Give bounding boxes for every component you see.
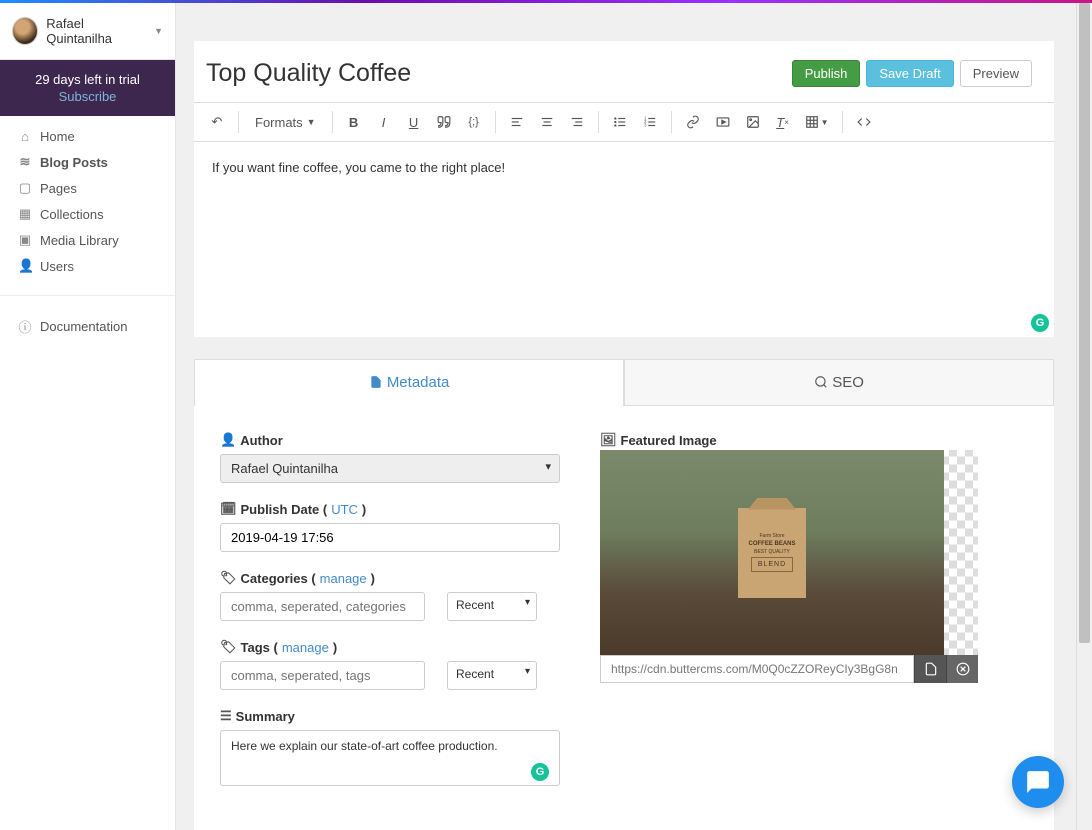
tab-seo[interactable]: SEO bbox=[624, 359, 1054, 406]
align-right-icon[interactable] bbox=[564, 109, 590, 135]
featured-image[interactable]: Farm Store COFFEE BEANS BEST QUALITY BLE… bbox=[600, 450, 978, 655]
categories-recent-select[interactable]: Recent bbox=[447, 592, 537, 621]
code-block-icon[interactable]: {;} bbox=[461, 109, 487, 135]
tags-field: 🏷Tags (manage) Recent bbox=[220, 639, 560, 690]
nav-collections[interactable]: ▦Collections bbox=[0, 201, 175, 227]
undo-icon[interactable]: ↶ bbox=[204, 109, 230, 135]
video-icon[interactable] bbox=[710, 109, 736, 135]
action-buttons: Publish Save Draft Preview bbox=[792, 60, 1032, 87]
nav-separator bbox=[0, 295, 175, 296]
metadata-right-column: 🖼Featured Image Farm Store COFFEE BEANS … bbox=[600, 432, 1028, 804]
trial-banner: 29 days left in trial Subscribe bbox=[0, 60, 175, 116]
tab-metadata[interactable]: Metadata bbox=[194, 359, 624, 406]
tag-icon: 🏷 bbox=[220, 570, 237, 586]
editor-content: If you want fine coffee, you came to the… bbox=[212, 160, 505, 175]
image-insert-icon[interactable] bbox=[740, 109, 766, 135]
grammarly-icon[interactable]: G bbox=[531, 763, 549, 781]
source-code-icon[interactable] bbox=[851, 109, 877, 135]
publish-button[interactable]: Publish bbox=[792, 60, 861, 87]
featured-image-url[interactable] bbox=[600, 655, 914, 683]
tags-input[interactable] bbox=[220, 661, 425, 690]
formats-dropdown[interactable]: Formats▼ bbox=[247, 115, 324, 130]
sidebar: Rafael Quintanilha ▼ 29 days left in tri… bbox=[0, 3, 176, 830]
summary-field: ☰Summary Here we explain our state-of-ar… bbox=[220, 708, 560, 786]
user-icon: 👤 bbox=[220, 432, 236, 448]
utc-link[interactable]: UTC bbox=[331, 502, 358, 517]
publish-date-input[interactable] bbox=[220, 523, 560, 552]
coffee-bag-photo: Farm Store COFFEE BEANS BEST QUALITY BLE… bbox=[600, 450, 944, 655]
metadata-left-column: 👤Author Rafael Quintanilha 🗓Publish Date… bbox=[220, 432, 560, 804]
caret-down-icon: ▼ bbox=[154, 26, 163, 36]
chat-widget-button[interactable] bbox=[1012, 756, 1064, 808]
link-icon[interactable] bbox=[680, 109, 706, 135]
rss-icon: ≋ bbox=[18, 154, 32, 170]
page-title: Top Quality Coffee bbox=[206, 59, 411, 88]
user-icon: 👤 bbox=[18, 258, 32, 274]
panel-header: Top Quality Coffee Publish Save Draft Pr… bbox=[194, 41, 1054, 102]
content-editor[interactable]: If you want fine coffee, you came to the… bbox=[194, 142, 1054, 337]
trial-text: 29 days left in trial bbox=[35, 72, 140, 87]
nav-menu: ⌂Home ≋Blog Posts ▢Pages ▦Collections ▣M… bbox=[0, 116, 175, 287]
author-select[interactable]: Rafael Quintanilha bbox=[220, 454, 560, 483]
summary-textarea[interactable]: Here we explain our state-of-art coffee … bbox=[220, 730, 560, 786]
user-menu[interactable]: Rafael Quintanilha ▼ bbox=[0, 3, 175, 60]
main-content: Top Quality Coffee Publish Save Draft Pr… bbox=[176, 3, 1092, 830]
calendar-icon: 🗓 bbox=[220, 501, 237, 517]
save-draft-button[interactable]: Save Draft bbox=[866, 60, 953, 87]
preview-button[interactable]: Preview bbox=[960, 60, 1032, 87]
clear-format-icon[interactable]: T× bbox=[770, 109, 796, 135]
align-left-icon[interactable] bbox=[504, 109, 530, 135]
categories-input[interactable] bbox=[220, 592, 425, 621]
upload-image-button[interactable] bbox=[914, 655, 946, 683]
page-icon: ▢ bbox=[18, 180, 32, 196]
nav-blog-posts[interactable]: ≋Blog Posts bbox=[0, 149, 175, 175]
list-icon: ☰ bbox=[220, 708, 232, 724]
publish-date-field: 🗓Publish Date (UTC) bbox=[220, 501, 560, 552]
editor-toolbar: ↶ Formats▼ B I U {;} 123 T× bbox=[194, 102, 1054, 142]
image-icon: ▣ bbox=[18, 232, 32, 248]
user-name: Rafael Quintanilha bbox=[46, 16, 146, 46]
nav-home[interactable]: ⌂Home bbox=[0, 124, 175, 149]
featured-image-wrap: Farm Store COFFEE BEANS BEST QUALITY BLE… bbox=[600, 450, 978, 683]
tab-content: 👤Author Rafael Quintanilha 🗓Publish Date… bbox=[194, 406, 1054, 830]
editor-panel: Top Quality Coffee Publish Save Draft Pr… bbox=[194, 41, 1054, 337]
nav-menu-secondary: ⓘDocumentation bbox=[0, 304, 175, 349]
scrollbar-thumb[interactable] bbox=[1079, 3, 1090, 643]
remove-image-button[interactable] bbox=[946, 655, 978, 683]
info-icon: ⓘ bbox=[18, 317, 32, 336]
home-icon: ⌂ bbox=[18, 129, 32, 144]
avatar bbox=[12, 17, 38, 45]
author-field: 👤Author Rafael Quintanilha bbox=[220, 432, 560, 483]
nav-docs[interactable]: ⓘDocumentation bbox=[0, 312, 175, 341]
svg-text:3: 3 bbox=[644, 123, 647, 128]
tags-manage-link[interactable]: manage bbox=[282, 640, 329, 655]
underline-icon[interactable]: U bbox=[401, 109, 427, 135]
tags-recent-select[interactable]: Recent bbox=[447, 661, 537, 690]
table-icon[interactable]: ▼ bbox=[800, 109, 834, 135]
featured-image-url-row bbox=[600, 655, 978, 683]
bullet-list-icon[interactable] bbox=[607, 109, 633, 135]
quote-icon[interactable] bbox=[431, 109, 457, 135]
categories-manage-link[interactable]: manage bbox=[320, 571, 367, 586]
categories-field: 🏷Categories (manage) Recent bbox=[220, 570, 560, 621]
nav-media[interactable]: ▣Media Library bbox=[0, 227, 175, 253]
italic-icon[interactable]: I bbox=[371, 109, 397, 135]
chevron-down-icon: ▼ bbox=[307, 117, 316, 127]
tabs: Metadata SEO bbox=[194, 359, 1054, 406]
nav-users[interactable]: 👤Users bbox=[0, 253, 175, 279]
grid-icon: ▦ bbox=[18, 206, 32, 222]
scrollbar[interactable] bbox=[1076, 3, 1092, 830]
metadata-panel: Metadata SEO 👤Author Rafael Quintanilha … bbox=[194, 359, 1054, 830]
subscribe-link[interactable]: Subscribe bbox=[12, 89, 163, 104]
numbered-list-icon[interactable]: 123 bbox=[637, 109, 663, 135]
image-icon: 🖼 bbox=[600, 432, 617, 448]
tags-icon: 🏷 bbox=[220, 639, 237, 655]
grammarly-icon[interactable]: G bbox=[1031, 314, 1049, 332]
nav-pages[interactable]: ▢Pages bbox=[0, 175, 175, 201]
align-center-icon[interactable] bbox=[534, 109, 560, 135]
bold-icon[interactable]: B bbox=[341, 109, 367, 135]
